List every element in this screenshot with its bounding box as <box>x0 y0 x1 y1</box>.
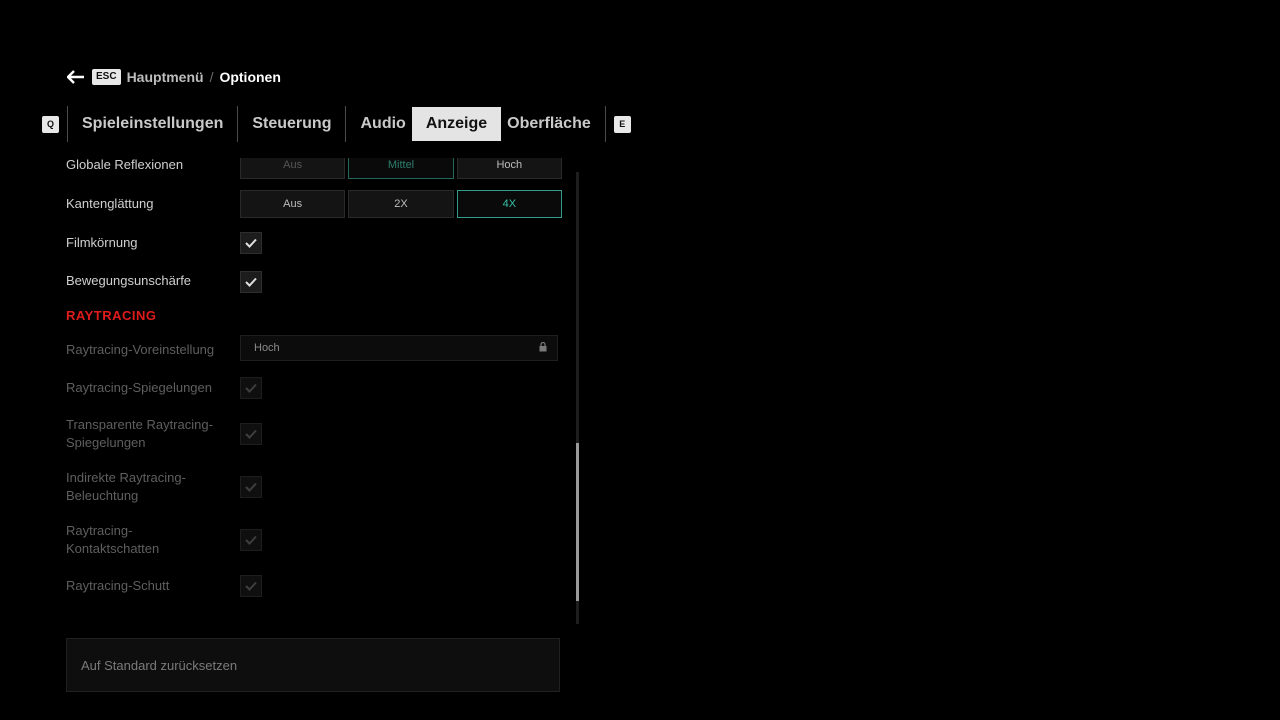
tab-bar: Q Spieleinstellungen Steuerung Audio Anz… <box>42 106 631 142</box>
raytracing-section-title: RAYTRACING <box>66 308 157 323</box>
lock-icon <box>539 341 547 355</box>
global-reflections-option-hoch[interactable]: Hoch <box>456 158 562 179</box>
reset-button-label: Auf Standard zurücksetzen <box>81 657 238 673</box>
raytracing-preset-value: Hoch <box>254 342 280 354</box>
raytracing-reflections-label: Raytracing-Spiegelungen <box>66 380 212 395</box>
global-reflections-option-mittel[interactable]: Mittel <box>348 158 454 179</box>
breadcrumb-current: Optionen <box>219 69 281 85</box>
tab-oberflaeche[interactable]: Oberfläche <box>501 107 597 141</box>
checkmark-icon <box>245 383 257 393</box>
antialiasing-label: Kantenglättung <box>66 196 154 211</box>
transparent-reflections-label-line2: Spiegelungen <box>66 435 146 450</box>
breadcrumb-separator: / <box>209 69 214 85</box>
transparent-reflections-label-line1: Transparente Raytracing- <box>66 417 213 432</box>
tab-divider <box>67 106 68 142</box>
settings-list: Globale Reflexionen Aus Mittel Hoch Kant… <box>0 158 600 608</box>
tab-divider <box>237 106 239 142</box>
transparent-reflections-label: Transparente Raytracing- Spiegelungen <box>66 416 213 452</box>
film-grain-label: Filmkörnung <box>66 235 138 250</box>
transparent-reflections-checkbox[interactable] <box>240 423 262 445</box>
antialiasing-option-aus[interactable]: Aus <box>240 190 346 218</box>
contact-shadows-label: Raytracing- Kontaktschatten <box>66 522 159 558</box>
reset-to-default-button[interactable]: Auf Standard zurücksetzen <box>66 638 560 692</box>
breadcrumb-parent[interactable]: Hauptmenü <box>127 69 204 85</box>
debris-checkbox[interactable] <box>240 575 262 597</box>
raytracing-reflections-checkbox[interactable] <box>240 377 262 399</box>
tab-spieleinstellungen[interactable]: Spieleinstellungen <box>76 107 229 141</box>
film-grain-checkbox[interactable] <box>240 232 262 254</box>
checkmark-icon <box>245 535 257 545</box>
back-arrow-icon[interactable] <box>66 67 86 87</box>
tab-audio[interactable]: Audio <box>354 107 411 141</box>
breadcrumb: ESC Hauptmenü / Optionen <box>66 66 281 88</box>
tab-steuerung[interactable]: Steuerung <box>246 107 337 141</box>
checkmark-icon <box>245 238 257 248</box>
indirect-lighting-label-line2: Beleuchtung <box>66 488 139 503</box>
tab-divider <box>604 106 606 142</box>
antialiasing-selector: Aus 2X 4X <box>240 190 562 218</box>
checkmark-icon <box>245 581 257 591</box>
scrollbar-thumb[interactable] <box>576 443 579 601</box>
global-reflections-label: Globale Reflexionen <box>66 158 184 172</box>
raytracing-preset-dropdown[interactable]: Hoch <box>240 335 558 361</box>
global-reflections-selector: Aus Mittel Hoch <box>240 158 562 179</box>
contact-shadows-label-line2: Kontaktschatten <box>66 541 160 556</box>
raytracing-preset-label: Raytracing-Voreinstellung <box>66 342 215 357</box>
antialiasing-option-2x[interactable]: 2X <box>348 190 454 218</box>
contact-shadows-label-line1: Raytracing- <box>66 523 133 538</box>
esc-key-badge[interactable]: ESC <box>92 69 121 85</box>
tab-anzeige[interactable]: Anzeige <box>411 107 502 141</box>
contact-shadows-checkbox[interactable] <box>240 529 262 551</box>
debris-label: Raytracing-Schutt <box>66 578 170 593</box>
motion-blur-label: Bewegungsunschärfe <box>66 273 192 288</box>
checkmark-icon <box>245 482 257 492</box>
indirect-lighting-checkbox[interactable] <box>240 476 262 498</box>
indirect-lighting-label: Indirekte Raytracing- Beleuchtung <box>66 469 186 505</box>
checkmark-icon <box>245 429 257 439</box>
checkmark-icon <box>245 277 257 287</box>
antialiasing-option-4x[interactable]: 4X <box>456 190 562 218</box>
q-key-badge[interactable]: Q <box>42 115 59 133</box>
tab-divider <box>345 106 347 142</box>
motion-blur-checkbox[interactable] <box>240 271 262 293</box>
global-reflections-option-aus[interactable]: Aus <box>240 158 346 179</box>
e-key-badge[interactable]: E <box>613 115 631 133</box>
indirect-lighting-label-line1: Indirekte Raytracing- <box>66 470 186 485</box>
